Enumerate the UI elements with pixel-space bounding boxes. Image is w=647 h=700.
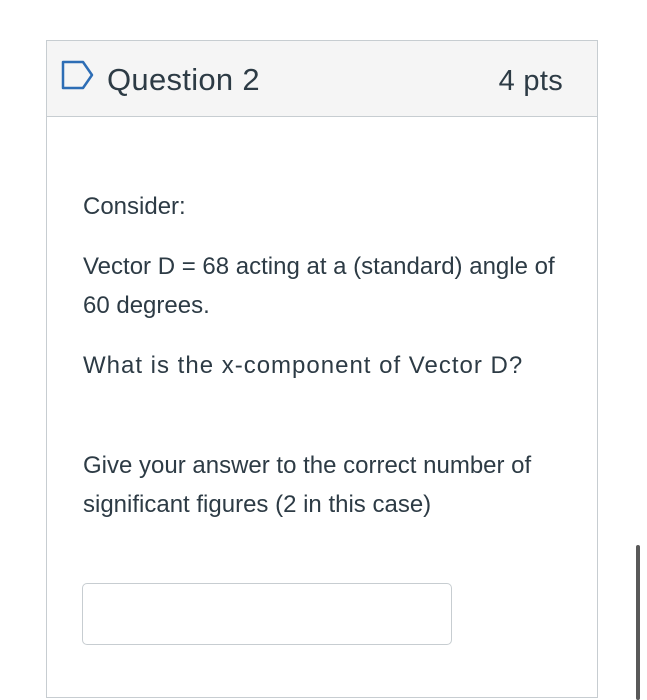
bookmark-flag-icon[interactable] — [61, 60, 95, 90]
question-points: 4 pts — [498, 65, 563, 97]
question-prompt: What is the x-component of Vector D? — [83, 352, 524, 379]
scrollbar[interactable] — [636, 545, 640, 700]
vector-statement: Vector D = 68 acting at a (standard) ang… — [83, 253, 555, 319]
answer-input[interactable] — [82, 583, 452, 645]
consider-text: Consider: — [83, 193, 186, 220]
question-title: Question 2 — [107, 62, 260, 97]
question-header: Question 2 4 pts — [47, 41, 597, 117]
question-card: Question 2 4 pts Consider: Vector D = 68… — [46, 40, 598, 698]
quiz-page: Question 2 4 pts Consider: Vector D = 68… — [0, 0, 647, 700]
answer-instructions: Give your answer to the correct number o… — [83, 452, 532, 518]
